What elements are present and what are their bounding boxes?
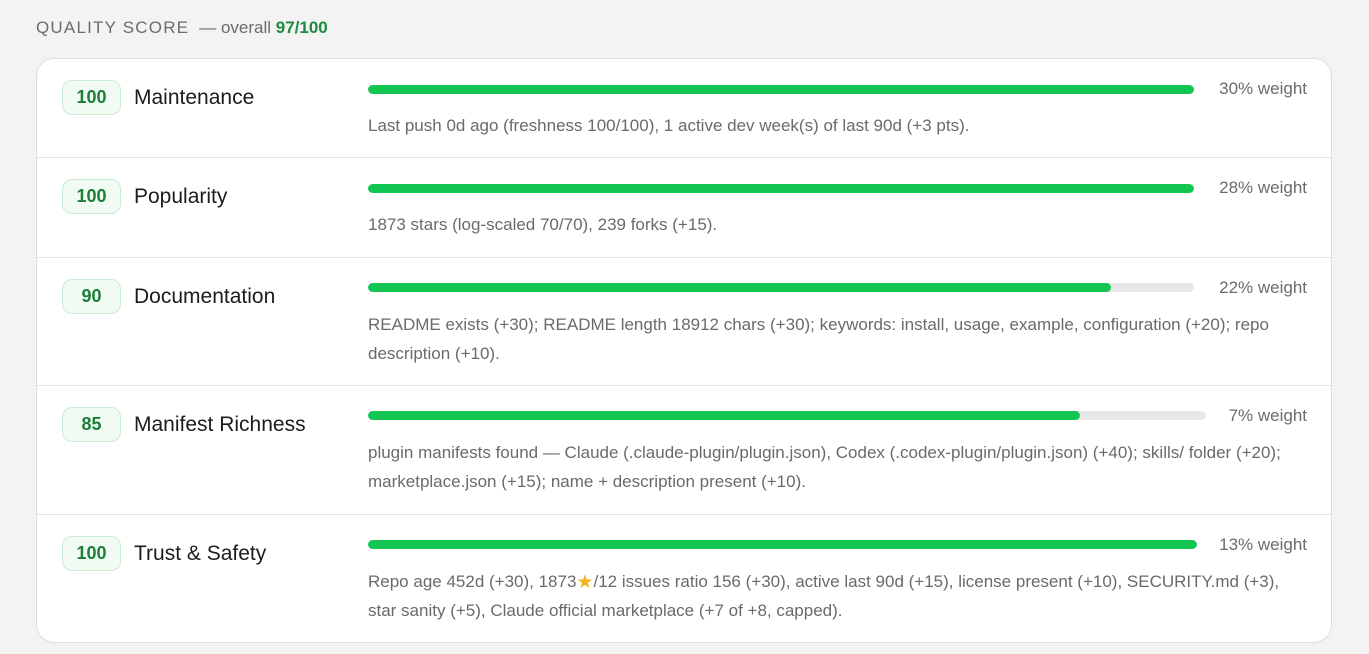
score-row-manifest-richness: 85 Manifest Richness 7% weight plugin ma… (37, 386, 1331, 515)
category-name: Manifest Richness (134, 413, 306, 436)
score-description: README exists (+30); README length 18912… (368, 315, 1269, 363)
category-name: Maintenance (134, 86, 255, 109)
star-icon: ★ (576, 572, 594, 593)
score-badge: 100 (62, 536, 121, 571)
weight-label: 13% weight (1219, 535, 1307, 554)
score-description: Last push 0d ago (freshness 100/100), 1 … (368, 116, 970, 135)
progress-track (368, 283, 1194, 292)
category-name: Trust & Safety (134, 542, 267, 565)
score-description: Repo age 452d (+30), 1873★/12 issues rat… (368, 567, 1308, 625)
score-row-popularity: 100 Popularity 28% weight 1873 stars (lo… (37, 158, 1331, 258)
score-row-trust-safety: 100 Trust & Safety 13% weight Repo age 4… (37, 515, 1331, 642)
score-description: 1873 stars (log-scaled 70/70), 239 forks… (368, 215, 718, 234)
score-badge: 90 (62, 279, 121, 314)
score-row-maintenance: 100 Maintenance 30% weight Last push 0d … (37, 59, 1331, 158)
progress-track (368, 184, 1194, 193)
score-badge: 100 (62, 80, 121, 115)
weight-label: 7% weight (1228, 406, 1307, 425)
progress-fill (368, 411, 1081, 420)
progress-track (368, 540, 1197, 549)
progress-track (368, 85, 1194, 94)
score-row-documentation: 90 Documentation 22% weight README exist… (37, 258, 1331, 386)
progress-fill (368, 85, 1194, 94)
overall-label: — overall (199, 18, 272, 37)
score-badge: 85 (62, 407, 121, 442)
quality-score-card: 100 Maintenance 30% weight Last push 0d … (36, 58, 1332, 643)
progress-fill (368, 540, 1197, 549)
overall-score: 97/100 (275, 18, 328, 37)
weight-label: 22% weight (1219, 278, 1307, 297)
category-name: Documentation (134, 285, 276, 308)
score-description: plugin manifests found — Claude (.claude… (368, 443, 1281, 491)
score-badge: 100 (62, 179, 121, 214)
progress-track (368, 411, 1206, 420)
progress-fill (368, 283, 1112, 292)
weight-label: 30% weight (1219, 79, 1307, 98)
description-text-start: Repo age 452d (+30), 1873 (368, 572, 577, 591)
quality-score-header: QUALITY SCORE — overall 97/100 (36, 17, 328, 39)
weight-label: 28% weight (1219, 178, 1307, 197)
progress-fill (368, 184, 1194, 193)
category-name: Popularity (134, 185, 228, 208)
section-title: QUALITY SCORE (36, 18, 190, 37)
